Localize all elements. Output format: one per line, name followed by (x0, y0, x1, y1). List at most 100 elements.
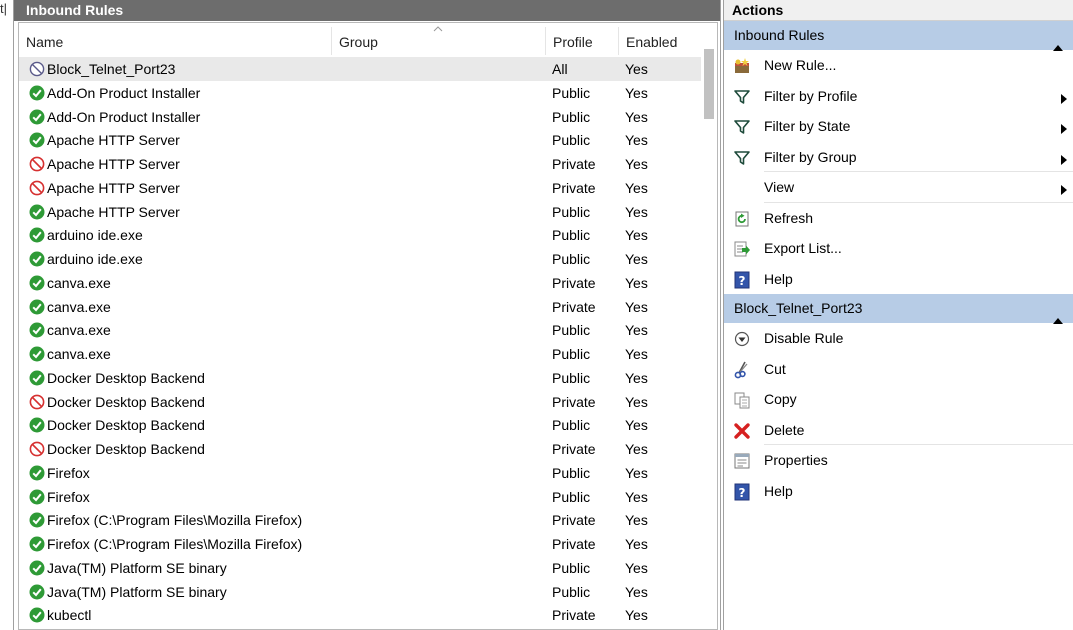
rule-name: Firefox (47, 464, 90, 481)
rule-profile: Private (552, 179, 596, 196)
action-help[interactable]: ? Help (724, 264, 1073, 295)
table-row[interactable]: Add-On Product Installer Public Yes (19, 105, 701, 129)
rule-profile: Public (552, 417, 591, 434)
table-row[interactable]: Apache HTTP Server Public Yes (19, 200, 701, 224)
table-row[interactable]: arduino ide.exe Public Yes (19, 247, 701, 271)
table-row[interactable]: Firefox Public Yes (19, 485, 701, 509)
action-filter-by-group[interactable]: Filter by Group (724, 142, 1073, 173)
column-header-profile[interactable]: Profile (546, 23, 618, 57)
block-rule-icon (29, 156, 45, 172)
rule-name: Firefox (47, 488, 90, 505)
filter-icon (733, 118, 751, 136)
inbound-rules-panel: Inbound Rules Name Group Profile Enabled… (13, 0, 721, 630)
rule-enabled: Yes (625, 179, 648, 196)
allow-rule-icon (29, 512, 45, 528)
rule-name: Firefox (C:\Program Files\Mozilla Firefo… (47, 536, 303, 552)
action-label: View (764, 179, 795, 195)
rule-name: Docker Desktop Backend (47, 369, 205, 386)
allow-rule-icon (29, 370, 45, 386)
svg-text:?: ? (739, 274, 746, 288)
table-row[interactable]: Java(TM) Platform SE binary Public Yes (19, 556, 701, 580)
table-row[interactable]: canva.exe Private Yes (19, 295, 701, 319)
action-label: Refresh (764, 209, 814, 226)
rule-profile: Public (552, 84, 591, 101)
rule-profile: Private (552, 512, 596, 529)
rule-profile: Private (552, 607, 596, 624)
rule-enabled: Yes (625, 464, 648, 481)
svg-text:?: ? (739, 486, 746, 500)
table-row[interactable]: Block_Telnet_Port23 All Yes (19, 57, 701, 81)
vertical-scrollbar[interactable] (701, 23, 717, 629)
scrollbar-thumb[interactable] (704, 49, 714, 119)
action-help[interactable]: ? Help (724, 476, 1073, 507)
table-row[interactable]: Firefox Public Yes (19, 461, 701, 485)
rule-name: arduino ide.exe (47, 227, 143, 244)
table-row[interactable]: Firefox (C:\Program Files\Mozilla Firefo… (19, 508, 701, 532)
allow-rule-icon (29, 204, 45, 220)
action-export-list[interactable]: Export List... (724, 233, 1073, 264)
column-header-name[interactable]: Name (19, 23, 331, 57)
column-header-enabled[interactable]: Enabled (619, 23, 701, 57)
rule-profile: Public (552, 488, 591, 505)
table-row[interactable]: arduino ide.exe Public Yes (19, 223, 701, 247)
new-rule-icon (733, 57, 751, 75)
table-row[interactable]: Docker Desktop Backend Public Yes (19, 366, 701, 390)
rule-name: canva.exe (47, 322, 111, 339)
filter-icon (733, 88, 751, 106)
table-row[interactable]: canva.exe Public Yes (19, 342, 701, 366)
column-header-group[interactable]: Group (332, 23, 545, 57)
action-label: Cut (764, 360, 786, 377)
table-row[interactable]: canva.exe Private Yes (19, 271, 701, 295)
action-copy[interactable]: Copy (724, 384, 1073, 415)
section-header-label: Block_Telnet_Port23 (734, 300, 863, 316)
rule-name: Apache HTTP Server (47, 132, 180, 149)
action-label: Help (764, 270, 793, 287)
table-row[interactable]: Firefox (C:\Program Files\Mozilla Firefo… (19, 532, 701, 556)
action-new-rule[interactable]: New Rule... (724, 50, 1073, 81)
section-header[interactable]: Inbound Rules (724, 21, 1073, 51)
action-label: Copy (764, 391, 797, 407)
rule-name: Docker Desktop Backend (47, 393, 205, 410)
table-row[interactable]: Docker Desktop Backend Private Yes (19, 437, 701, 461)
table-row[interactable]: Docker Desktop Backend Public Yes (19, 413, 701, 437)
rule-enabled: Yes (625, 132, 648, 149)
table-row[interactable]: Docker Desktop Backend Private Yes (19, 390, 701, 414)
table-row[interactable]: Add-On Product Installer Public Yes (19, 81, 701, 105)
rule-profile: Private (552, 393, 596, 410)
allow-rule-icon (29, 85, 45, 101)
table-row[interactable]: Apache HTTP Server Public Yes (19, 128, 701, 152)
submenu-arrow-icon (1061, 182, 1067, 198)
section-header[interactable]: Block_Telnet_Port23 (724, 294, 1073, 324)
action-refresh[interactable]: Refresh (724, 203, 1073, 234)
rule-profile: Public (552, 108, 591, 125)
table-row[interactable]: Java(TM) Platform SE binary Public Yes (19, 580, 701, 604)
action-view[interactable]: View (724, 172, 1073, 203)
allow-rule-icon (29, 417, 45, 433)
rules-table: Name Group Profile Enabled Block_Telnet_… (18, 22, 718, 630)
left-edge-fragment: t| (0, 0, 13, 630)
rule-enabled: Yes (625, 108, 648, 125)
action-filter-by-profile[interactable]: Filter by Profile (724, 81, 1073, 112)
action-disable-rule[interactable]: Disable Rule (724, 323, 1073, 354)
action-delete[interactable]: Delete (724, 415, 1073, 446)
block-rule-icon (29, 441, 45, 457)
block-rule-icon (29, 180, 45, 196)
rule-enabled: Yes (625, 156, 648, 172)
copy-icon (733, 391, 751, 409)
rule-name: Apache HTTP Server (47, 203, 180, 220)
actions-panel: Actions Inbound Rules New Rule... Filter b… (723, 0, 1073, 630)
rule-profile: Private (552, 441, 596, 457)
allow-rule-icon (29, 132, 45, 148)
table-row[interactable]: kubectl Private Yes (19, 603, 701, 627)
action-filter-by-state[interactable]: Filter by State (724, 111, 1073, 142)
action-properties[interactable]: Properties (724, 445, 1073, 476)
action-label: New Rule... (764, 57, 837, 73)
rule-enabled: Yes (625, 417, 648, 434)
rule-profile: Public (552, 346, 591, 362)
rule-profile: Public (552, 251, 591, 267)
table-row[interactable]: canva.exe Public Yes (19, 318, 701, 342)
rule-enabled: Yes (625, 607, 648, 624)
table-row[interactable]: Apache HTTP Server Private Yes (19, 152, 701, 176)
action-cut[interactable]: Cut (724, 354, 1073, 385)
table-row[interactable]: Apache HTTP Server Private Yes (19, 176, 701, 200)
